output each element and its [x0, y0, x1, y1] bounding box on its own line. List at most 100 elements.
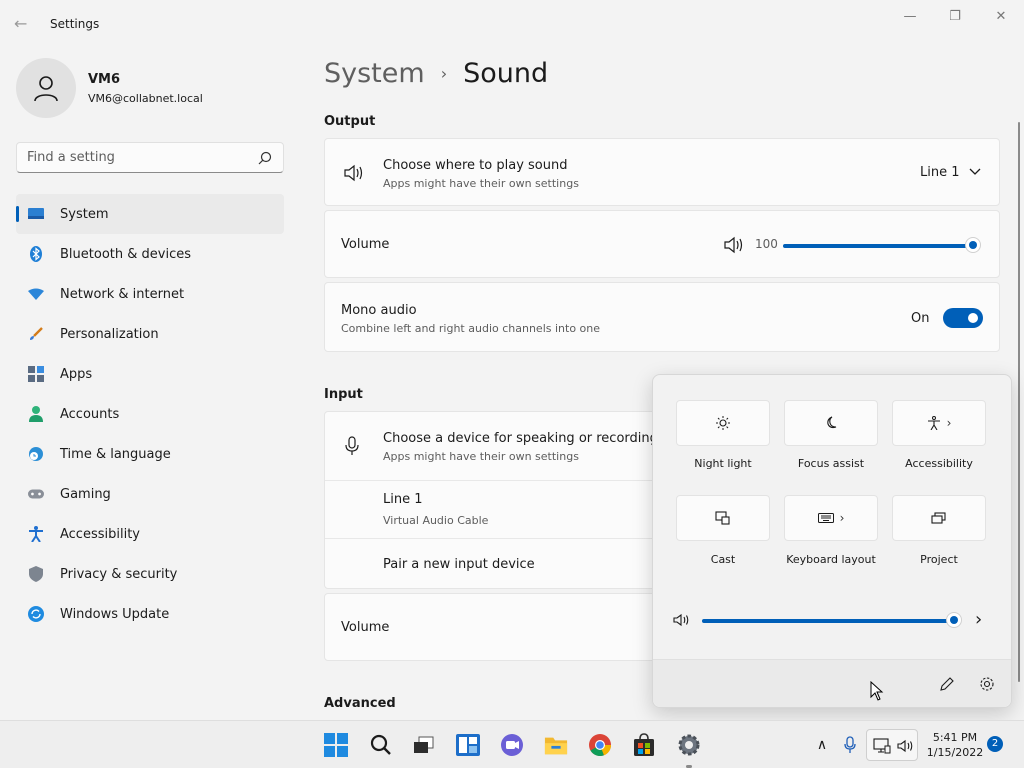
sidebar-item-privacy[interactable]: Privacy & security — [16, 554, 284, 594]
widgets-button[interactable] — [456, 733, 480, 757]
focus-assist-tile[interactable] — [784, 400, 878, 446]
tray-overflow-chevron-icon[interactable]: ∧ — [812, 735, 832, 755]
input-line1-title[interactable]: Line 1 — [383, 492, 423, 507]
speaker-icon[interactable] — [723, 236, 745, 254]
cast-tile[interactable] — [676, 495, 770, 541]
mono-audio-title: Mono audio — [341, 303, 417, 318]
shield-icon — [28, 566, 44, 582]
sidebar-item-label: System — [60, 206, 109, 222]
scrollbar[interactable] — [1018, 122, 1020, 682]
sidebar-item-network[interactable]: Network & internet — [16, 274, 284, 314]
keyboard-layout-label: Keyboard layout — [786, 553, 876, 566]
output-volume-card: Volume 100 — [324, 210, 1000, 278]
moon-icon — [827, 416, 837, 429]
sidebar-item-time-language[interactable]: Time & language — [16, 434, 284, 474]
clock-time: 5:41 PM — [932, 731, 978, 744]
quick-volume-thumb[interactable] — [946, 612, 962, 628]
accessibility-tile[interactable]: › — [892, 400, 986, 446]
notification-badge[interactable]: 2 — [987, 736, 1003, 752]
minimize-button[interactable]: — — [896, 8, 924, 28]
chat-icon — [501, 734, 523, 756]
controller-icon — [28, 486, 44, 502]
microphone-tray-button[interactable] — [840, 735, 860, 755]
chrome-button[interactable] — [588, 733, 612, 757]
chevron-right-icon[interactable]: › — [947, 416, 952, 430]
sidebar-item-label: Privacy & security — [60, 566, 178, 582]
store-button[interactable] — [632, 733, 656, 757]
folder-icon — [544, 737, 568, 755]
quick-settings-flyout: Night light Focus assist › Accessibility… — [652, 374, 1012, 708]
output-volume-thumb[interactable] — [965, 237, 981, 253]
breadcrumb-parent[interactable]: System — [324, 58, 425, 89]
mono-audio-toggle[interactable] — [943, 308, 983, 328]
chevron-right-icon[interactable]: › — [840, 511, 845, 525]
close-button[interactable]: ✕ — [987, 8, 1015, 28]
avatar[interactable] — [16, 58, 76, 118]
sidebar-item-label: Personalization — [60, 326, 159, 342]
project-tile[interactable] — [892, 495, 986, 541]
quick-settings-tray-button[interactable] — [866, 729, 918, 761]
sidebar-item-system[interactable]: System — [16, 194, 284, 234]
sidebar-item-apps[interactable]: Apps — [16, 354, 284, 394]
sidebar-item-accounts[interactable]: Accounts — [16, 394, 284, 434]
taskbar: ∧ 5:41 PM 1/15/2022 — [0, 720, 1024, 768]
output-device-selected[interactable]: Line 1 — [920, 165, 960, 180]
output-device-subtitle: Apps might have their own settings — [383, 177, 579, 190]
chat-button[interactable] — [500, 733, 524, 757]
settings-taskbar-button[interactable] — [677, 733, 701, 757]
start-button[interactable] — [324, 733, 348, 757]
file-explorer-button[interactable] — [544, 733, 568, 757]
brightness-icon — [716, 416, 730, 430]
pair-input-device[interactable]: Pair a new input device — [383, 557, 535, 572]
search-input[interactable] — [27, 150, 247, 165]
search-button[interactable] — [369, 733, 393, 757]
output-heading: Output — [324, 114, 376, 129]
back-arrow-icon[interactable]: ← — [14, 14, 34, 34]
sidebar-item-windows-update[interactable]: Windows Update — [16, 594, 284, 634]
mouse-cursor-icon — [870, 681, 884, 701]
quick-volume-slider[interactable] — [702, 619, 954, 623]
project-icon — [931, 512, 946, 524]
update-icon — [28, 606, 44, 622]
keyboard-layout-tile[interactable]: › — [784, 495, 878, 541]
speaker-icon[interactable] — [673, 613, 691, 627]
bluetooth-icon — [28, 246, 44, 262]
output-device-card[interactable]: Choose where to play sound Apps might ha… — [324, 138, 1000, 206]
input-device-title[interactable]: Choose a device for speaking or recordin… — [383, 431, 658, 446]
sidebar-item-label: Network & internet — [60, 286, 185, 302]
search-icon[interactable] — [257, 150, 273, 166]
input-device-subtitle: Apps might have their own settings — [383, 450, 579, 463]
microphone-icon — [844, 736, 856, 753]
sidebar-item-label: Windows Update — [60, 606, 170, 622]
sidebar-item-label: Gaming — [60, 486, 111, 502]
gear-icon[interactable] — [979, 676, 995, 692]
search-icon — [370, 734, 391, 755]
sidebar-item-personalization[interactable]: Personalization — [16, 314, 284, 354]
output-volume-slider[interactable] — [783, 244, 973, 248]
speaker-icon — [344, 164, 363, 182]
maximize-button[interactable]: ❐ — [941, 8, 969, 28]
person-icon — [28, 406, 44, 422]
mono-audio-subtitle: Combine left and right audio channels in… — [341, 322, 601, 335]
system-icon — [28, 206, 44, 222]
microphone-icon — [345, 436, 359, 455]
focus-assist-label: Focus assist — [797, 457, 865, 470]
task-view-button[interactable] — [412, 733, 436, 757]
taskbar-clock[interactable]: 5:41 PM 1/15/2022 — [924, 730, 986, 760]
person-icon — [34, 76, 58, 102]
windows-logo-icon — [324, 733, 348, 757]
apps-icon — [28, 366, 44, 382]
sidebar-item-bluetooth[interactable]: Bluetooth & devices — [16, 234, 284, 274]
input-volume-label: Volume — [341, 620, 390, 635]
night-light-tile[interactable] — [676, 400, 770, 446]
user-email: VM6@collabnet.local — [88, 92, 203, 105]
page-title: Sound — [463, 58, 549, 89]
audio-output-chevron-icon[interactable]: › — [975, 609, 982, 630]
chevron-down-icon[interactable] — [969, 168, 981, 176]
sidebar-item-accessibility[interactable]: Accessibility — [16, 514, 284, 554]
search-box[interactable] — [16, 142, 284, 173]
pencil-icon[interactable] — [939, 676, 955, 692]
user-name: VM6 — [88, 72, 121, 87]
project-label: Project — [920, 553, 958, 566]
sidebar-item-gaming[interactable]: Gaming — [16, 474, 284, 514]
